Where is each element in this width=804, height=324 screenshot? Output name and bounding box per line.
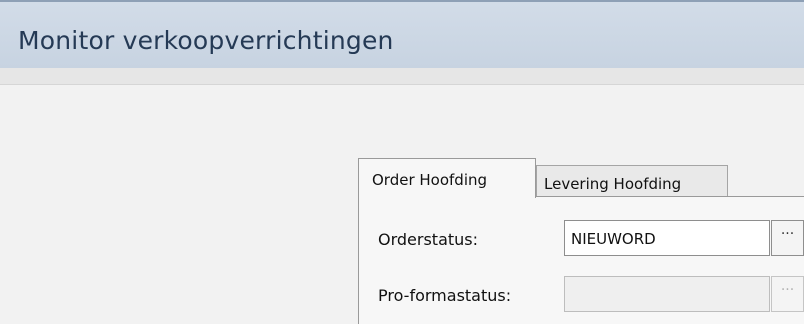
window-titlebar: Monitor verkoopverrichtingen <box>0 0 804 68</box>
window-title: Monitor verkoopverrichtingen <box>18 26 394 55</box>
orderstatus-browse-button[interactable]: ··· <box>771 220 804 256</box>
orderstatus-field[interactable]: NIEUWORD <box>564 220 770 256</box>
orderstatus-label: Orderstatus: <box>378 230 479 249</box>
proformastatus-label: Pro-formastatus: <box>378 286 512 305</box>
tab-levering-hoofding[interactable]: Levering Hoofding <box>536 165 728 197</box>
proformastatus-field[interactable] <box>564 276 770 312</box>
tab-order-hoofding[interactable]: Order Hoofding <box>358 158 536 198</box>
proformastatus-browse-button[interactable]: ··· <box>771 276 804 312</box>
toolbar-strip <box>0 68 804 85</box>
